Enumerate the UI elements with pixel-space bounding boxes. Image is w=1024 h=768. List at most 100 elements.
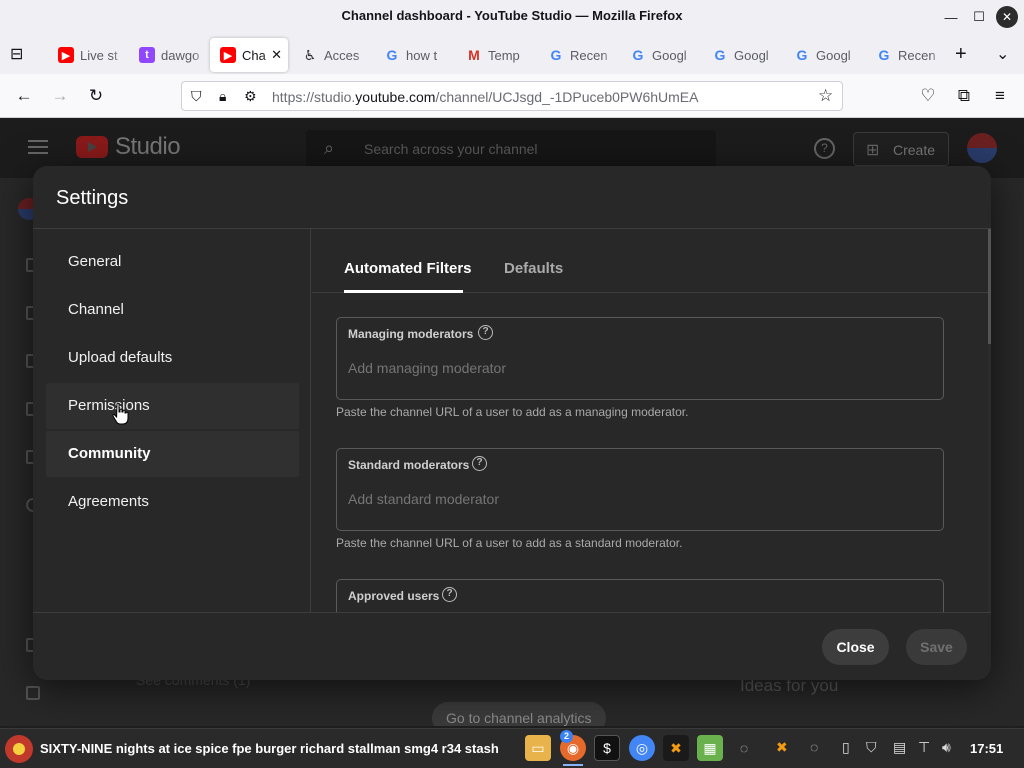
account-avatar[interactable] xyxy=(967,133,997,163)
standard-moderators-label: Standard moderators xyxy=(348,458,470,472)
window-titlebar: Channel dashboard - YouTube Studio — Moz… xyxy=(0,0,1024,34)
google-icon: G xyxy=(796,47,808,63)
maximize-icon[interactable]: ☐ xyxy=(968,6,990,28)
standard-moderator-input[interactable] xyxy=(348,491,928,507)
clock[interactable]: 17:51 xyxy=(970,741,1003,756)
close-button[interactable]: Close xyxy=(822,629,889,665)
back-arrow-icon[interactable]: ← xyxy=(12,84,36,108)
folder-icon[interactable]: ▭ xyxy=(525,735,551,761)
tray-clipboard-icon[interactable]: ▯ xyxy=(842,739,850,756)
active-window-title: SIXTY-NINE nights at ice spice fpe burge… xyxy=(40,741,499,756)
firefox-view-icon[interactable]: ⊟ xyxy=(10,44,23,64)
google-icon: G xyxy=(714,47,726,63)
managing-moderator-input[interactable] xyxy=(348,360,928,376)
tray-obs-icon[interactable]: ◌ xyxy=(810,739,818,755)
settings-content: Automated Filters Defaults Managing mode… xyxy=(312,229,991,612)
permissions-icon[interactable]: ⚙ xyxy=(244,88,257,105)
tab-google-2[interactable]: G Googl xyxy=(702,38,780,72)
studio-search-placeholder: Search across your channel xyxy=(364,141,538,157)
tray-updates-icon[interactable]: ▤ xyxy=(893,739,906,756)
tab-recent-2[interactable]: G Recen xyxy=(866,38,944,72)
community-tabs: Automated Filters Defaults xyxy=(312,229,991,293)
tab-gmail[interactable]: M Temp xyxy=(456,38,534,72)
bookmark-star-icon[interactable]: ☆ xyxy=(818,86,833,106)
minimize-icon[interactable]: — xyxy=(940,6,962,28)
settings-nav-agreements[interactable]: Agreements xyxy=(46,479,299,525)
tab-defaults[interactable]: Defaults xyxy=(504,260,563,277)
tray-xmrig-icon[interactable]: ✖ xyxy=(776,739,788,756)
url-text[interactable]: https://studio.youtube.com/channel/UCJsg… xyxy=(272,89,698,105)
window-title: Channel dashboard - YouTube Studio — Moz… xyxy=(341,8,683,23)
tab-close-icon[interactable]: ✕ xyxy=(271,47,282,63)
google-icon: G xyxy=(632,47,644,63)
tab-recent-1[interactable]: G Recen xyxy=(538,38,616,72)
accessibility-icon: ♿ xyxy=(303,46,317,63)
youtube-icon: ▶ xyxy=(220,47,236,63)
google-icon: G xyxy=(878,47,890,63)
help-icon[interactable]: ? xyxy=(814,138,835,159)
tray-shield-icon[interactable]: ⛉ xyxy=(866,739,877,756)
help-circle-icon[interactable]: ? xyxy=(472,456,487,471)
settings-nav-permissions[interactable]: Permissions xyxy=(46,383,299,429)
studio-search-box[interactable]: ⌕ Search across your channel xyxy=(306,130,716,168)
standard-moderators-field[interactable]: Standard moderators ? xyxy=(336,448,944,531)
system-taskbar: SIXTY-NINE nights at ice spice fpe burge… xyxy=(0,728,1024,768)
tab-live-stream[interactable]: ▶ Live st xyxy=(48,38,126,72)
youtube-icon: ▶ xyxy=(58,47,74,63)
tab-google-3[interactable]: G Googl xyxy=(784,38,862,72)
forward-arrow-icon[interactable]: → xyxy=(48,84,72,108)
dialog-header: Settings xyxy=(33,166,991,229)
twitch-icon: t xyxy=(139,47,155,63)
content-scrollbar[interactable] xyxy=(988,229,991,612)
xmrig-icon[interactable]: ✖ xyxy=(663,735,689,761)
extensions-icon[interactable]: ⧉ xyxy=(952,84,976,108)
save-button[interactable]: Save xyxy=(906,629,967,665)
create-button[interactable]: ⊞ Create xyxy=(853,132,949,166)
youtube-logo-icon[interactable] xyxy=(76,136,108,158)
chrome-icon[interactable]: ◎ xyxy=(629,735,655,761)
new-tab-icon[interactable]: + xyxy=(955,43,967,66)
settings-nav-community[interactable]: Community xyxy=(46,431,299,477)
settings-dialog: Settings General Channel Upload defaults… xyxy=(33,166,991,680)
notification-badge: 2 xyxy=(560,730,573,743)
pocket-icon[interactable]: ♡ xyxy=(916,84,940,108)
scrollbar-thumb[interactable] xyxy=(988,229,991,344)
address-bar[interactable]: ⛉ 🔒︎ ⚙ https://studio.youtube.com/channe… xyxy=(181,81,843,111)
obs-icon[interactable]: ◌ xyxy=(731,735,757,761)
tray-network-icon[interactable]: ⊤ xyxy=(918,739,930,756)
managing-moderators-help: Paste the channel URL of a user to add a… xyxy=(336,405,689,419)
studio-logo-text: Studio xyxy=(115,133,181,160)
angry-bird-app-icon[interactable] xyxy=(5,735,33,763)
tray-volume-icon[interactable]: 🔊︎ xyxy=(942,739,951,756)
create-video-icon: ⊞ xyxy=(866,142,880,159)
search-icon: ⌕ xyxy=(324,138,335,158)
tab-channel-dashboard[interactable]: ▶ Cha ✕ xyxy=(210,38,288,72)
feedback-icon[interactable] xyxy=(26,686,40,700)
tab-twitch[interactable]: t dawgo xyxy=(129,38,207,72)
terminal-icon[interactable]: $ xyxy=(594,735,620,761)
list-tabs-chevron-icon[interactable]: ⌄ xyxy=(996,44,1009,64)
lock-icon[interactable]: 🔒︎ xyxy=(219,88,226,105)
tab-google-search[interactable]: G how t xyxy=(374,38,452,72)
tab-accessibility[interactable]: ♿ Acces xyxy=(292,38,370,72)
managing-moderators-field[interactable]: Managing moderators ? xyxy=(336,317,944,400)
settings-nav-general[interactable]: General xyxy=(46,239,299,285)
menu-icon[interactable]: ≡ xyxy=(988,84,1012,108)
navigation-toolbar: ← → ↻ ⛉ 🔒︎ ⚙ https://studio.youtube.com/… xyxy=(0,74,1024,118)
hamburger-menu-icon[interactable] xyxy=(28,140,48,154)
standard-moderators-help: Paste the channel URL of a user to add a… xyxy=(336,536,683,550)
settings-nav-upload-defaults[interactable]: Upload defaults xyxy=(46,335,299,381)
shield-icon[interactable]: ⛉ xyxy=(191,88,202,105)
tab-automated-filters[interactable]: Automated Filters xyxy=(344,260,472,277)
spreadsheet-icon[interactable]: ▦ xyxy=(697,735,723,761)
help-circle-icon[interactable]: ? xyxy=(478,325,493,340)
settings-nav-channel[interactable]: Channel xyxy=(46,287,299,333)
approved-users-field[interactable]: Approved users ? xyxy=(336,579,944,612)
google-icon: G xyxy=(550,47,562,63)
dialog-title: Settings xyxy=(56,187,129,209)
help-circle-icon[interactable]: ? xyxy=(442,587,457,602)
tab-google-1[interactable]: G Googl xyxy=(620,38,698,72)
reload-icon[interactable]: ↻ xyxy=(84,84,108,108)
channel-analytics-button[interactable]: Go to channel analytics xyxy=(432,702,606,726)
window-close-icon[interactable]: ✕ xyxy=(996,6,1018,28)
